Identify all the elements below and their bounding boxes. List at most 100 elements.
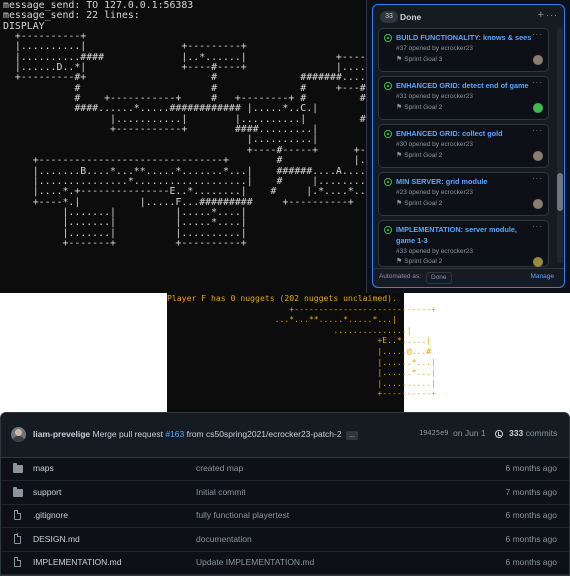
file-name-link[interactable]: IMPLEMENTATION.md <box>33 557 121 567</box>
card-menu-icon[interactable]: ··· <box>532 126 543 135</box>
commit-hash-link[interactable]: 19425e9 <box>419 429 449 437</box>
file-commit-message-link[interactable]: Initial commit <box>196 487 246 497</box>
issue-title-link[interactable]: IMPLEMENTATION: server module, game 1-3 <box>396 224 534 246</box>
open-issue-icon <box>384 34 392 42</box>
issue-meta: #37 opened by ecrocker23 <box>396 45 473 52</box>
author-avatar[interactable] <box>11 427 26 442</box>
file-row[interactable]: IMPLEMENTATION.md Update IMPLEMENTATION.m… <box>1 551 569 575</box>
terminal-line: |.......B....*...**.....*.......*...| ##… <box>3 165 396 177</box>
file-commit-message-link[interactable]: Update IMPLEMENTATION.md <box>196 557 314 567</box>
assignee-avatar[interactable] <box>533 55 543 65</box>
issue-title-link[interactable]: MIN SERVER: grid module <box>396 176 534 187</box>
commit-date: on Jun 1 <box>453 428 486 438</box>
latest-commit-bar: liam-prevelige Merge pull request #163 f… <box>1 413 569 458</box>
file-commit-date: 6 months ago <box>505 510 557 520</box>
column-header: 33 Done + ··· <box>373 5 564 27</box>
assignee-avatar[interactable] <box>533 103 543 113</box>
milestone-label: Sprint Goal 2 <box>404 200 443 207</box>
card-menu-icon[interactable]: ··· <box>532 174 543 183</box>
terminal-line: ...............| <box>167 324 412 335</box>
manage-automation-link[interactable]: Manage <box>531 273 555 280</box>
column-scrollbar[interactable] <box>557 27 563 263</box>
issue-title-link[interactable]: BUILD FUNCTIONALITY: knows & sees <box>396 32 534 43</box>
issue-card[interactable]: ENHANCED GRID: detect end of game ··· #31 … <box>378 76 549 120</box>
file-commit-message-link[interactable]: created map <box>196 463 243 473</box>
commit-prefix: Merge pull request <box>92 429 163 439</box>
issue-card[interactable]: MIN SERVER: grid module ··· #23 opened by … <box>378 172 549 216</box>
file-name-link[interactable]: maps <box>33 463 54 473</box>
add-card-icon[interactable]: + <box>538 8 544 22</box>
card-count-badge: 33 <box>380 11 398 23</box>
assignee-avatar[interactable] <box>533 257 543 267</box>
open-issue-icon <box>384 82 392 90</box>
file-commit-message-link[interactable]: documentation <box>196 534 252 544</box>
terminal-line: +----------+ <box>3 31 87 43</box>
file-commit-message-link[interactable]: fully functional playertest <box>196 510 289 520</box>
milestone[interactable]: ⚑ Sprint Goal 2 <box>396 103 442 112</box>
server-terminal-output: message_send: TO 127.0.0.1:56383 message… <box>0 0 425 249</box>
terminal-line: |..........#### |..*......| +-------+ <box>3 51 390 63</box>
milestone[interactable]: ⚑ Sprint Goal 2 <box>396 199 442 208</box>
issue-card[interactable]: ENHANCED GRID: collect gold ··· #30 opened… <box>378 124 549 168</box>
terminal-line: +----#-----+ +------#--+ <box>3 144 420 156</box>
file-row[interactable]: maps created map 6 months ago <box>1 457 569 481</box>
terminal-line: DISPLAY <box>3 20 45 32</box>
column-title: Done <box>400 12 422 22</box>
milestone[interactable]: ⚑ Sprint Goal 2 <box>396 151 442 160</box>
terminal-line: +E..*.....| <box>167 335 432 346</box>
assignee-avatar[interactable] <box>533 199 543 209</box>
file-icon <box>14 509 22 520</box>
folder-icon <box>13 486 23 497</box>
commit-count-label: commits <box>525 428 558 438</box>
terminal-line: +-------------------------------+ # |.*.… <box>3 155 426 167</box>
terminal-line: |....*.+---------------E..*........| # |… <box>3 186 384 198</box>
commit-author-link[interactable]: liam-prevelige <box>33 429 90 439</box>
card-menu-icon[interactable]: ··· <box>532 222 543 231</box>
issue-meta: #23 opened by ecrocker23 <box>396 189 473 196</box>
milestone[interactable]: ⚑ Sprint Goal 2 <box>396 257 442 266</box>
player-terminal: Player F has 0 nuggets (202 nuggets uncl… <box>167 293 436 412</box>
milestone-icon: ⚑ <box>396 104 403 111</box>
file-row[interactable]: .gitignore fully functional playertest 6 m… <box>1 504 569 528</box>
issue-card[interactable]: IMPLEMENTATION: server module, game 1-3 ·… <box>378 220 549 267</box>
column-scrollbar-thumb[interactable] <box>557 173 563 211</box>
issue-title-link[interactable]: ENHANCED GRID: collect gold <box>396 128 534 139</box>
file-commit-date: 6 months ago <box>505 557 557 567</box>
automation-footer: Automated as: Done Manage <box>373 268 564 287</box>
terminal-line: +----------+ <box>167 388 437 399</box>
file-name-link[interactable]: support <box>33 487 61 497</box>
open-issue-icon <box>384 130 392 138</box>
done-column: 33 Done + ··· BUILD FUNCTIONALITY: knows… <box>372 4 565 288</box>
automation-preset: Done <box>426 272 452 284</box>
issue-title-link[interactable]: ENHANCED GRID: detect end of game <box>396 80 534 91</box>
file-name-link[interactable]: .gitignore <box>33 510 68 520</box>
file-name-link[interactable]: DESIGN.md <box>33 534 80 544</box>
pull-request-link[interactable]: #163 <box>165 429 184 439</box>
card-menu-icon[interactable]: ··· <box>532 78 543 87</box>
terminal-line: ####......*.....############ |.....*..C.… <box>3 103 378 115</box>
card-menu-icon[interactable]: ··· <box>532 30 543 39</box>
column-menu-icon[interactable]: ··· <box>546 8 558 22</box>
terminal-line: message_send: TO 127.0.0.1:56383 <box>3 0 194 11</box>
file-icon <box>14 533 22 544</box>
folder-icon <box>13 463 23 473</box>
issue-meta: #31 opened by ecrocker23 <box>396 93 473 100</box>
file-row[interactable]: DESIGN.md documentation 6 months ago <box>1 528 569 552</box>
milestone[interactable]: ⚑ Sprint Goal 3 <box>396 55 442 64</box>
commit-count-link[interactable]: 333 commits <box>509 428 557 438</box>
assignee-avatar[interactable] <box>533 151 543 161</box>
commit-suffix[interactable]: from cs50spring2021/ecrocker23-patch-2 <box>187 429 342 439</box>
milestone-label: Sprint Goal 3 <box>404 56 443 63</box>
milestone-icon: ⚑ <box>396 152 403 159</box>
open-issue-icon <box>384 226 392 234</box>
issue-card[interactable]: BUILD FUNCTIONALITY: knows & sees ··· #37 … <box>378 28 549 72</box>
terminal-line: +---------#+ # #######.......| <box>3 72 390 84</box>
terminal-line: Player F has 0 nuggets (202 nuggets uncl… <box>167 293 397 303</box>
file-commit-date: 7 months ago <box>505 486 557 497</box>
issue-meta: #33 opened by ecrocker23 <box>396 248 473 255</box>
expand-commit-button[interactable]: ... <box>345 431 358 440</box>
history-icon[interactable] <box>495 430 503 438</box>
player-terminal-output: Player F has 0 nuggets (202 nuggets uncl… <box>167 293 436 399</box>
terminal-line: |.......| |..........| <box>3 227 247 239</box>
file-row[interactable]: support Initial commit 7 months ago <box>1 481 569 505</box>
